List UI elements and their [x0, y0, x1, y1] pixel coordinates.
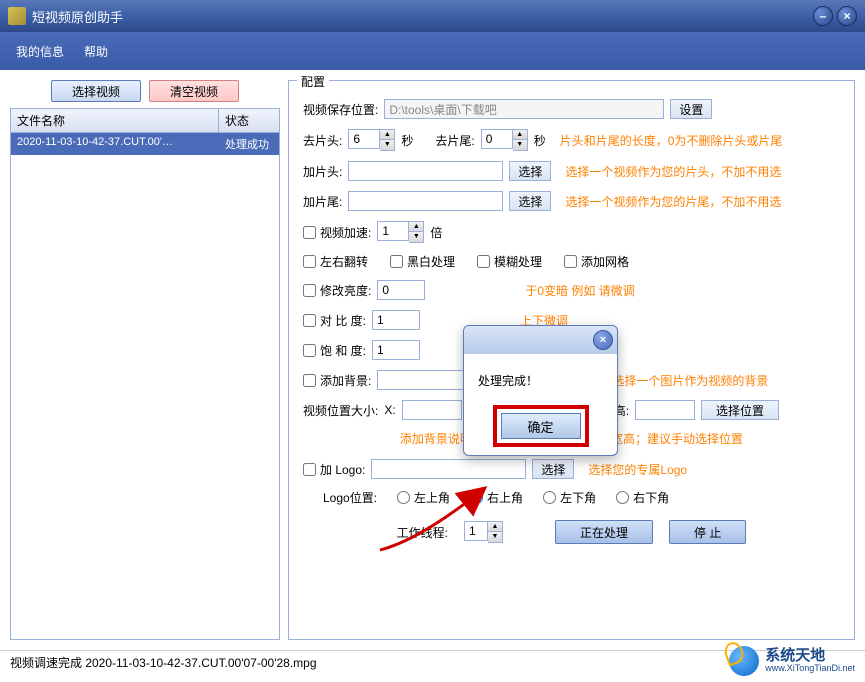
- speed-unit: 倍: [430, 224, 442, 241]
- brightness-checkbox[interactable]: 修改亮度:: [303, 282, 371, 299]
- add-head-label: 加片头:: [303, 163, 342, 180]
- left-panel: 选择视频 清空视频 文件名称 状态 2020-11-03-10-42-37.CU…: [10, 80, 280, 640]
- pos-tl-radio[interactable]: 左上角: [397, 489, 450, 506]
- x-label: X:: [384, 403, 395, 417]
- ok-highlight: 确定: [493, 405, 589, 447]
- saturation-input[interactable]: [372, 340, 420, 360]
- choose-pos-button[interactable]: 选择位置: [701, 400, 779, 420]
- add-tail-label: 加片尾:: [303, 193, 342, 210]
- logo-input[interactable]: [371, 459, 526, 479]
- dialog-titlebar: ×: [464, 326, 617, 354]
- file-name-cell: 2020-11-03-10-42-37.CUT.00'…: [11, 133, 219, 155]
- saturation-checkbox[interactable]: 饱 和 度:: [303, 342, 366, 359]
- pos-br-radio[interactable]: 右下角: [616, 489, 669, 506]
- menu-my-info[interactable]: 我的信息: [16, 43, 64, 60]
- watermark: 系统天地 www.XiTongTianDi.net: [729, 646, 855, 676]
- set-path-button[interactable]: 设置: [670, 99, 712, 119]
- window-title: 短视频原创助手: [32, 7, 123, 26]
- add-head-input[interactable]: [348, 161, 503, 181]
- file-list: 文件名称 状态 2020-11-03-10-42-37.CUT.00'… 处理成…: [10, 108, 280, 640]
- sec-unit: 秒: [401, 132, 413, 149]
- processing-button[interactable]: 正在处理: [555, 520, 653, 544]
- contrast-input[interactable]: [372, 310, 420, 330]
- trim-tail-spinner[interactable]: ▲▼: [513, 129, 528, 151]
- logo-pos-label: Logo位置:: [323, 489, 377, 506]
- menu-help[interactable]: 帮助: [84, 43, 108, 60]
- threads-spinner[interactable]: ▲▼: [488, 521, 503, 543]
- logo-checkbox[interactable]: 加 Logo:: [303, 461, 365, 478]
- watermark-globe-icon: [729, 646, 759, 676]
- close-button[interactable]: ×: [837, 6, 857, 26]
- bw-checkbox[interactable]: 黑白处理: [390, 253, 455, 270]
- stop-button[interactable]: 停 止: [669, 520, 746, 544]
- status-text: 视频调速完成 2020-11-03-10-42-37.CUT.00'07-00'…: [10, 654, 317, 671]
- minimize-button[interactable]: –: [813, 6, 833, 26]
- file-status-cell: 处理成功: [219, 133, 279, 155]
- brightness-tip: 于0变暗 例如 请微调: [525, 282, 634, 299]
- select-video-button[interactable]: 选择视频: [51, 80, 141, 102]
- bg-tip: 选择一个图片作为视频的背景: [612, 372, 768, 389]
- add-head-tip: 选择一个视频作为您的片头，不加不用选: [565, 163, 781, 180]
- file-list-header: 文件名称 状态: [11, 109, 279, 133]
- blur-checkbox[interactable]: 模糊处理: [477, 253, 542, 270]
- trim-head-input[interactable]: [348, 129, 380, 149]
- trim-tail-input[interactable]: [481, 129, 513, 149]
- watermark-title: 系统天地: [765, 648, 855, 665]
- threads-label: 工作线程:: [397, 524, 448, 541]
- h-input[interactable]: [635, 400, 695, 420]
- window-controls: – ×: [813, 6, 857, 26]
- bg-checkbox[interactable]: 添加背景:: [303, 372, 371, 389]
- threads-input[interactable]: [464, 521, 488, 541]
- app-logo-icon: [8, 7, 26, 25]
- logo-tip: 选择您的专属Logo: [588, 461, 687, 478]
- speed-input[interactable]: [377, 221, 409, 241]
- contrast-checkbox[interactable]: 对 比 度:: [303, 312, 366, 329]
- add-head-choose-button[interactable]: 选择: [509, 161, 551, 181]
- config-title: 配置: [297, 73, 329, 90]
- logo-choose-button[interactable]: 选择: [532, 459, 574, 479]
- flip-checkbox[interactable]: 左右翻转: [303, 253, 368, 270]
- clear-video-button[interactable]: 清空视频: [149, 80, 239, 102]
- dialog-ok-button[interactable]: 确定: [501, 413, 581, 439]
- dialog-message: 处理完成！: [464, 354, 617, 397]
- pos-label: 视频位置大小:: [303, 402, 378, 419]
- trim-head-label: 去片头:: [303, 132, 342, 149]
- trim-tail-label: 去片尾:: [435, 132, 474, 149]
- pos-bl-radio[interactable]: 左下角: [543, 489, 596, 506]
- x-input[interactable]: [402, 400, 462, 420]
- speed-spinner[interactable]: ▲▼: [409, 221, 424, 243]
- dialog: × 处理完成！ 确定: [463, 325, 618, 456]
- save-path-input[interactable]: [384, 99, 664, 119]
- trim-tip: 片头和片尾的长度，0为不删除片头或片尾: [560, 132, 783, 149]
- speed-checkbox[interactable]: 视频加速:: [303, 224, 371, 241]
- title-bar: 短视频原创助手 – ×: [0, 0, 865, 32]
- col-status: 状态: [219, 109, 279, 132]
- dialog-close-button[interactable]: ×: [593, 330, 613, 350]
- pos-tr-radio[interactable]: 右上角: [470, 489, 523, 506]
- watermark-url: www.XiTongTianDi.net: [765, 664, 855, 674]
- sec-unit2: 秒: [534, 132, 546, 149]
- trim-head-spinner[interactable]: ▲▼: [380, 129, 395, 151]
- grid-checkbox[interactable]: 添加网格: [564, 253, 629, 270]
- col-filename: 文件名称: [11, 109, 219, 132]
- file-row[interactable]: 2020-11-03-10-42-37.CUT.00'… 处理成功: [11, 133, 279, 155]
- brightness-input[interactable]: [377, 280, 425, 300]
- save-path-label: 视频保存位置:: [303, 101, 378, 118]
- add-tail-choose-button[interactable]: 选择: [509, 191, 551, 211]
- menu-bar: 我的信息 帮助: [0, 32, 865, 70]
- add-tail-tip: 选择一个视频作为您的片尾，不加不用选: [565, 193, 781, 210]
- add-tail-input[interactable]: [348, 191, 503, 211]
